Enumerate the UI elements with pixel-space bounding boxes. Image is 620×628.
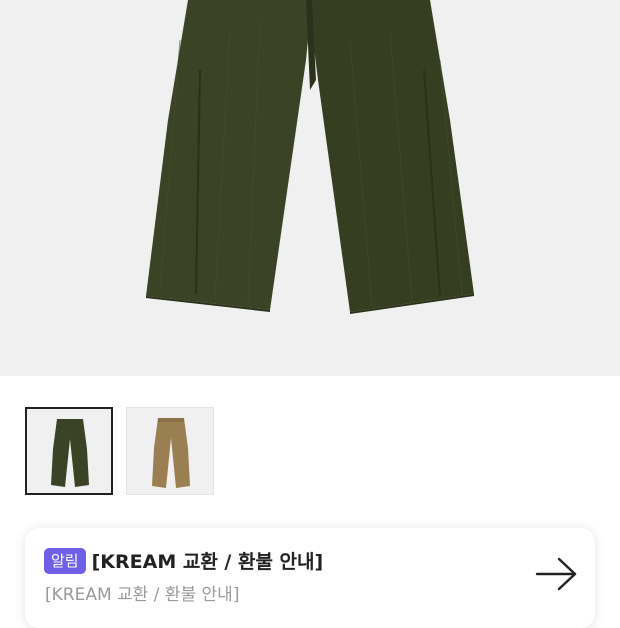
notice-badge: 알림 (44, 547, 86, 574)
thumbnail-khaki[interactable] (126, 407, 214, 495)
arrow-right-icon[interactable] (535, 556, 579, 592)
product-main-image[interactable] (0, 0, 620, 376)
notice-header: 알림 [KREAM 교환 / 환불 안내] (44, 547, 323, 574)
thumbnail-olive[interactable] (25, 407, 113, 495)
color-thumbnails (25, 407, 214, 495)
exchange-refund-notice[interactable]: 알림 [KREAM 교환 / 환불 안내] [KREAM 교환 / 환불 안내] (25, 528, 595, 628)
trousers-olive-image (146, 0, 474, 314)
notice-title: [KREAM 교환 / 환불 안내] (91, 551, 324, 573)
trousers-khaki-thumbnail (152, 418, 190, 488)
trousers-olive-thumbnail (51, 419, 89, 487)
notice-subtitle: [KREAM 교환 / 환불 안내] (45, 585, 240, 605)
